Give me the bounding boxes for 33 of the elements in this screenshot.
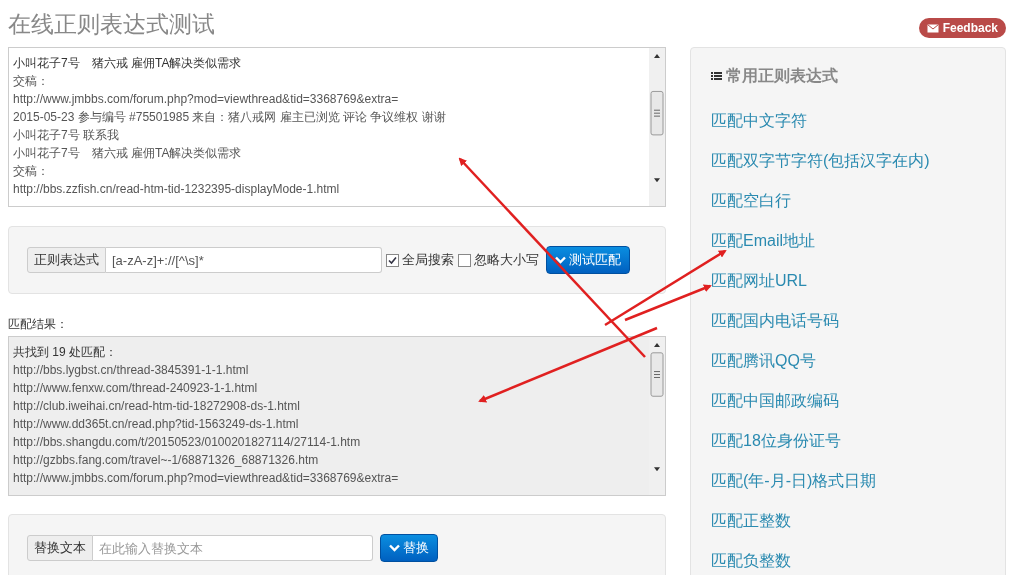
regex-link[interactable]: 匹配腾讯QQ号: [711, 341, 985, 381]
chevron-down-icon: [555, 256, 566, 264]
test-match-button[interactable]: 测试匹配: [546, 246, 630, 274]
regex-link[interactable]: 匹配空白行: [711, 181, 985, 221]
regex-link[interactable]: 匹配双字节字符(包括汉字在内): [711, 141, 985, 181]
regex-link[interactable]: 匹配中文字符: [711, 101, 985, 141]
regex-label: 正则表达式: [27, 247, 106, 273]
regex-link[interactable]: 匹配18位身份证号: [711, 421, 985, 461]
regex-link[interactable]: 匹配正整数: [711, 501, 985, 541]
replace-field[interactable]: 在此输入替换文本: [93, 535, 373, 561]
chevron-down-icon: [389, 544, 400, 552]
checkbox[interactable]: [458, 253, 471, 267]
checkbox[interactable]: [386, 253, 399, 267]
checkbox-option[interactable]: 忽略大小写: [458, 251, 539, 269]
regex-link[interactable]: 匹配Email地址: [711, 221, 985, 261]
regex-link[interactable]: 匹配中国邮政编码: [711, 381, 985, 421]
source-text-area[interactable]: 小叫花子7号 猪六戒 雇佣TA解决类似需求 交稿： http://www.jmbbs.com/forum.php?mod=viewthread&tid=3368769&extra= 2015-05-23 参与编号 #75501985 来自：猪八戒网 雇主已浏览 评论 争议维权 谢谢 小叫花子7号 联系我 小叫花子7号 猪六戒 雇佣TA解决类似需求 交稿： http://bbs.zzfish.cn/read-htm-tid-1232395-displayMode-1.html: [8, 47, 666, 207]
page-title: 在线正则表达式测试: [8, 10, 215, 39]
list-icon: [711, 71, 722, 82]
scrollbar[interactable]: [649, 48, 665, 206]
result-text-area[interactable]: 共找到 19 处匹配： http://bbs.lygbst.cn/thread-3845391-1-1.html http://www.fenxw.com/thread-240923-1-1.html http://club.iweihai.cn/read-htm-tid-18272908-ds-1.html http://www.dd365t.cn/read.php?tid-1563249-ds-1.html http://bbs.shangdu.com/t/20150523/0100201827114/27114-1.htm http://gzbbs.fang.com/travel~-1/68871326_68871326.htm http://www.jmbbs.com/forum.php?mod=viewthread&tid=3368769&extra=: [8, 336, 666, 496]
replace-label: 替换文本: [27, 535, 93, 561]
regex-link[interactable]: 匹配网址URL: [711, 261, 985, 301]
replace-button[interactable]: 替换: [380, 534, 438, 562]
feedback-button[interactable]: Feedback: [918, 18, 1006, 38]
envelope-icon: [926, 23, 939, 33]
regex-link[interactable]: 匹配国内电话号码: [711, 301, 985, 341]
regex-link[interactable]: 匹配负整数: [711, 541, 985, 575]
regex-link[interactable]: 匹配(年-月-日)格式日期: [711, 461, 985, 501]
sidebar-title: 常用正则表达式: [726, 66, 838, 86]
result-label: 匹配结果：: [8, 316, 69, 333]
regex-field[interactable]: [a-zA-z]+://[^\s]*: [106, 247, 382, 273]
checkbox-option[interactable]: 全局搜索: [386, 251, 454, 269]
